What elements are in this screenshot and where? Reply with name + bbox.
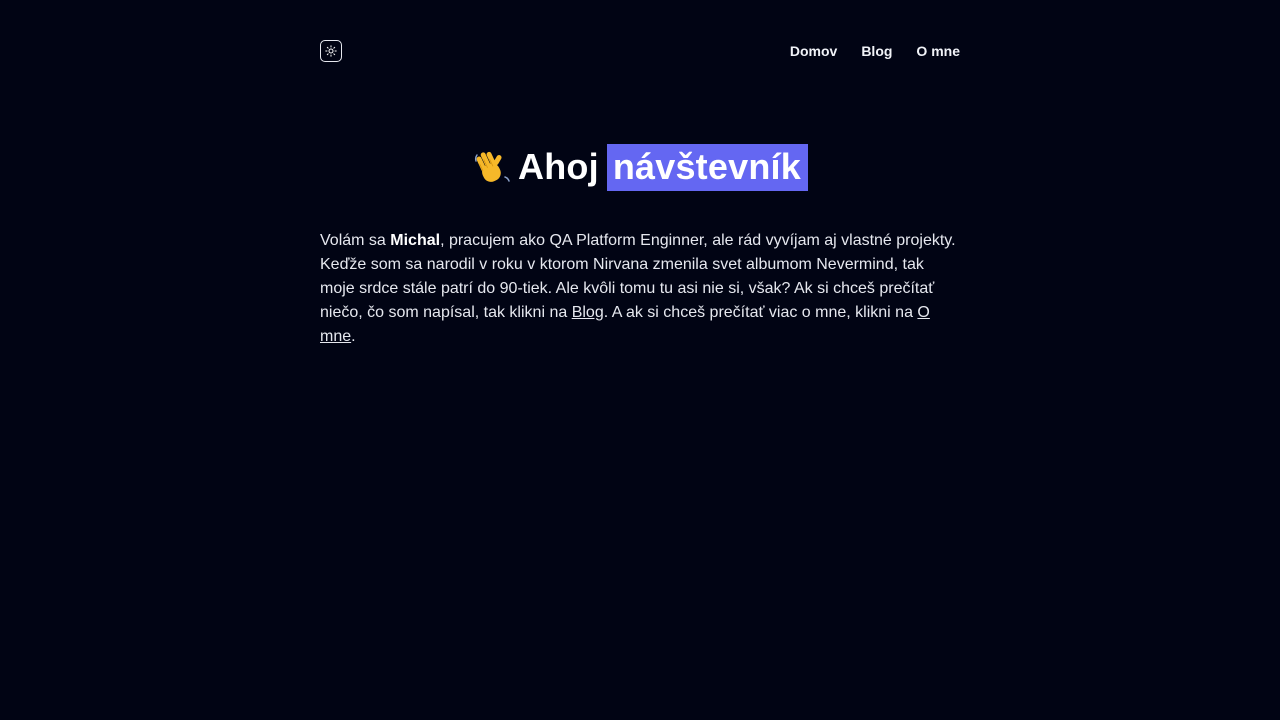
hero-heading: Ahoj návštevník — [320, 143, 960, 191]
blog-inline-link[interactable]: Blog — [572, 304, 604, 321]
hero-highlight: návštevník — [606, 143, 808, 191]
intro-text: . — [351, 328, 356, 345]
nav-link-about[interactable]: O mne — [916, 43, 960, 59]
intro-text: Volám sa — [320, 232, 391, 249]
intro-paragraph: Volám sa Michal, pracujem ako QA Platfor… — [320, 229, 960, 349]
sun-icon — [325, 45, 337, 57]
waving-hand-icon — [472, 147, 512, 187]
main-nav: Domov Blog O mne — [790, 43, 960, 59]
page: Domov Blog O mne Ahoj návštevník Volám s… — [0, 0, 1280, 720]
theme-toggle-button[interactable] — [320, 40, 342, 62]
author-name: Michal — [390, 232, 441, 249]
nav-link-home[interactable]: Domov — [790, 43, 837, 59]
intro-text: . A ak si chceš prečítať viac o mne, kli… — [603, 304, 918, 321]
hero-greeting: Ahoj — [518, 146, 599, 187]
site-header: Domov Blog O mne — [320, 40, 960, 64]
nav-link-blog[interactable]: Blog — [861, 43, 892, 59]
